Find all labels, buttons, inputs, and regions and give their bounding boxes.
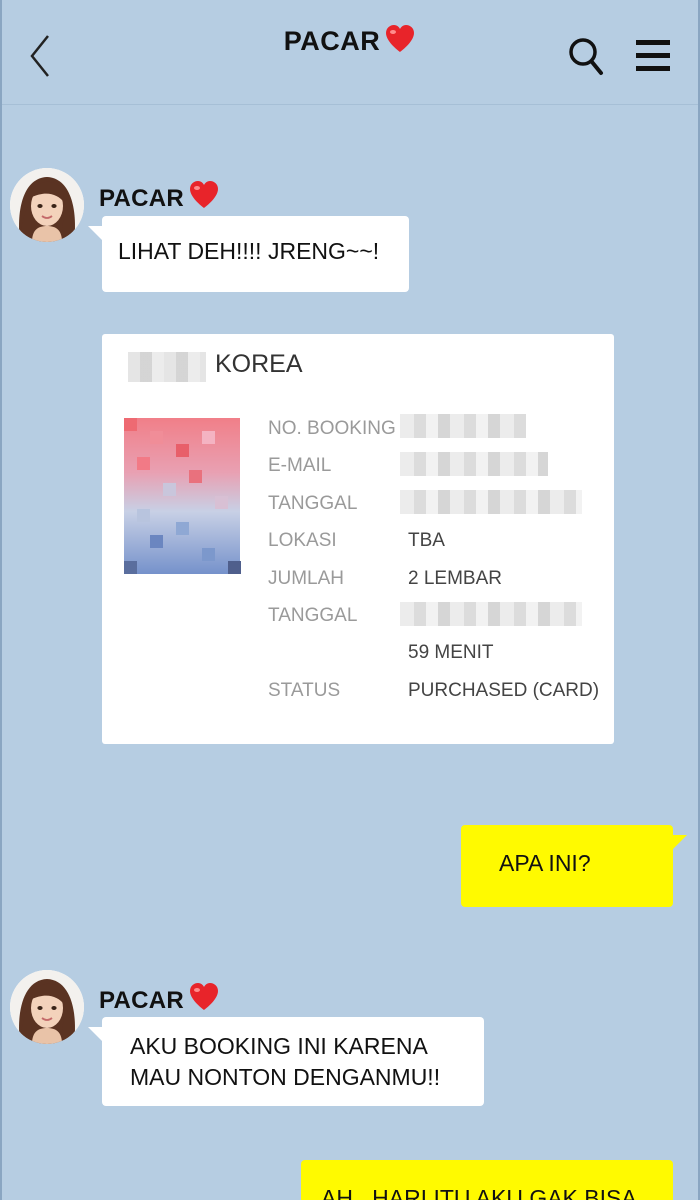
- ticket-card[interactable]: KOREA NO. BOOKING E-MAIL TANGGAL LOKASI …: [102, 334, 614, 744]
- avatar[interactable]: [10, 970, 84, 1044]
- sender-name-text: PACAR: [99, 987, 185, 1014]
- message-text-line: AKU BOOKING INI KARENA: [130, 1033, 428, 1059]
- message-text-line: MAU NONTON DENGANMU!!: [130, 1064, 441, 1090]
- message-bubble[interactable]: AKU BOOKING INI KARENA MAU NONTON DENGAN…: [88, 1017, 484, 1106]
- avatar[interactable]: [10, 168, 84, 242]
- heart-icon: [384, 24, 416, 61]
- menu-button[interactable]: [632, 36, 676, 76]
- blurred-date-value: [400, 490, 582, 514]
- blurred-date-value-2: [400, 602, 582, 626]
- heart-icon: [188, 180, 220, 217]
- my-message-bubble[interactable]: AH.. HARI ITU AKU GAK BISA: [301, 1160, 673, 1200]
- girl-avatar-icon: [10, 168, 84, 242]
- row-value-status: PURCHASED (CARD): [408, 680, 600, 701]
- row-value-location: TBA: [408, 530, 445, 551]
- card-title: KOREA: [215, 350, 303, 378]
- chat-header: PACAR: [2, 0, 698, 105]
- message-text: LIHAT DEH!!!! JRENG~~!: [118, 238, 380, 264]
- row-label-location: LOKASI: [268, 530, 337, 551]
- blurred-email-value: [400, 452, 548, 476]
- row-label-booking: NO. BOOKING: [268, 418, 396, 439]
- row-label-amount: JUMLAH: [268, 568, 345, 589]
- message-text: AH.. HARI ITU AKU GAK BISA: [321, 1185, 637, 1200]
- hamburger-menu-icon: [636, 40, 670, 71]
- row-label-date-2: TANGGAL: [268, 605, 358, 626]
- message-bubble[interactable]: LIHAT DEH!!!! JRENG~~!: [88, 216, 409, 292]
- row-value-amount: 2 LEMBAR: [408, 568, 502, 589]
- row-value-duration: 59 MENIT: [408, 642, 494, 663]
- blurred-poster-image: [124, 418, 241, 574]
- chat-title-text: PACAR: [283, 26, 381, 56]
- sender-name-text: PACAR: [99, 185, 185, 212]
- blurred-logo: [128, 352, 206, 382]
- row-label-email: E-MAIL: [268, 455, 332, 476]
- sender-name: PACAR: [99, 982, 220, 1019]
- search-icon: [569, 38, 603, 75]
- search-button[interactable]: [566, 34, 606, 78]
- row-label-date: TANGGAL: [268, 493, 358, 514]
- my-message-bubble[interactable]: APA INI?: [461, 825, 687, 907]
- sender-name: PACAR: [99, 180, 220, 217]
- row-label-status: STATUS: [268, 680, 341, 701]
- blurred-booking-value: [400, 414, 526, 438]
- message-text: APA INI?: [499, 850, 591, 876]
- chat-screen: PACAR PACAR LIHAT DEH!!!! JRENG~~! KOREA…: [0, 0, 700, 1200]
- heart-icon: [188, 982, 220, 1019]
- girl-avatar-icon: [10, 970, 84, 1044]
